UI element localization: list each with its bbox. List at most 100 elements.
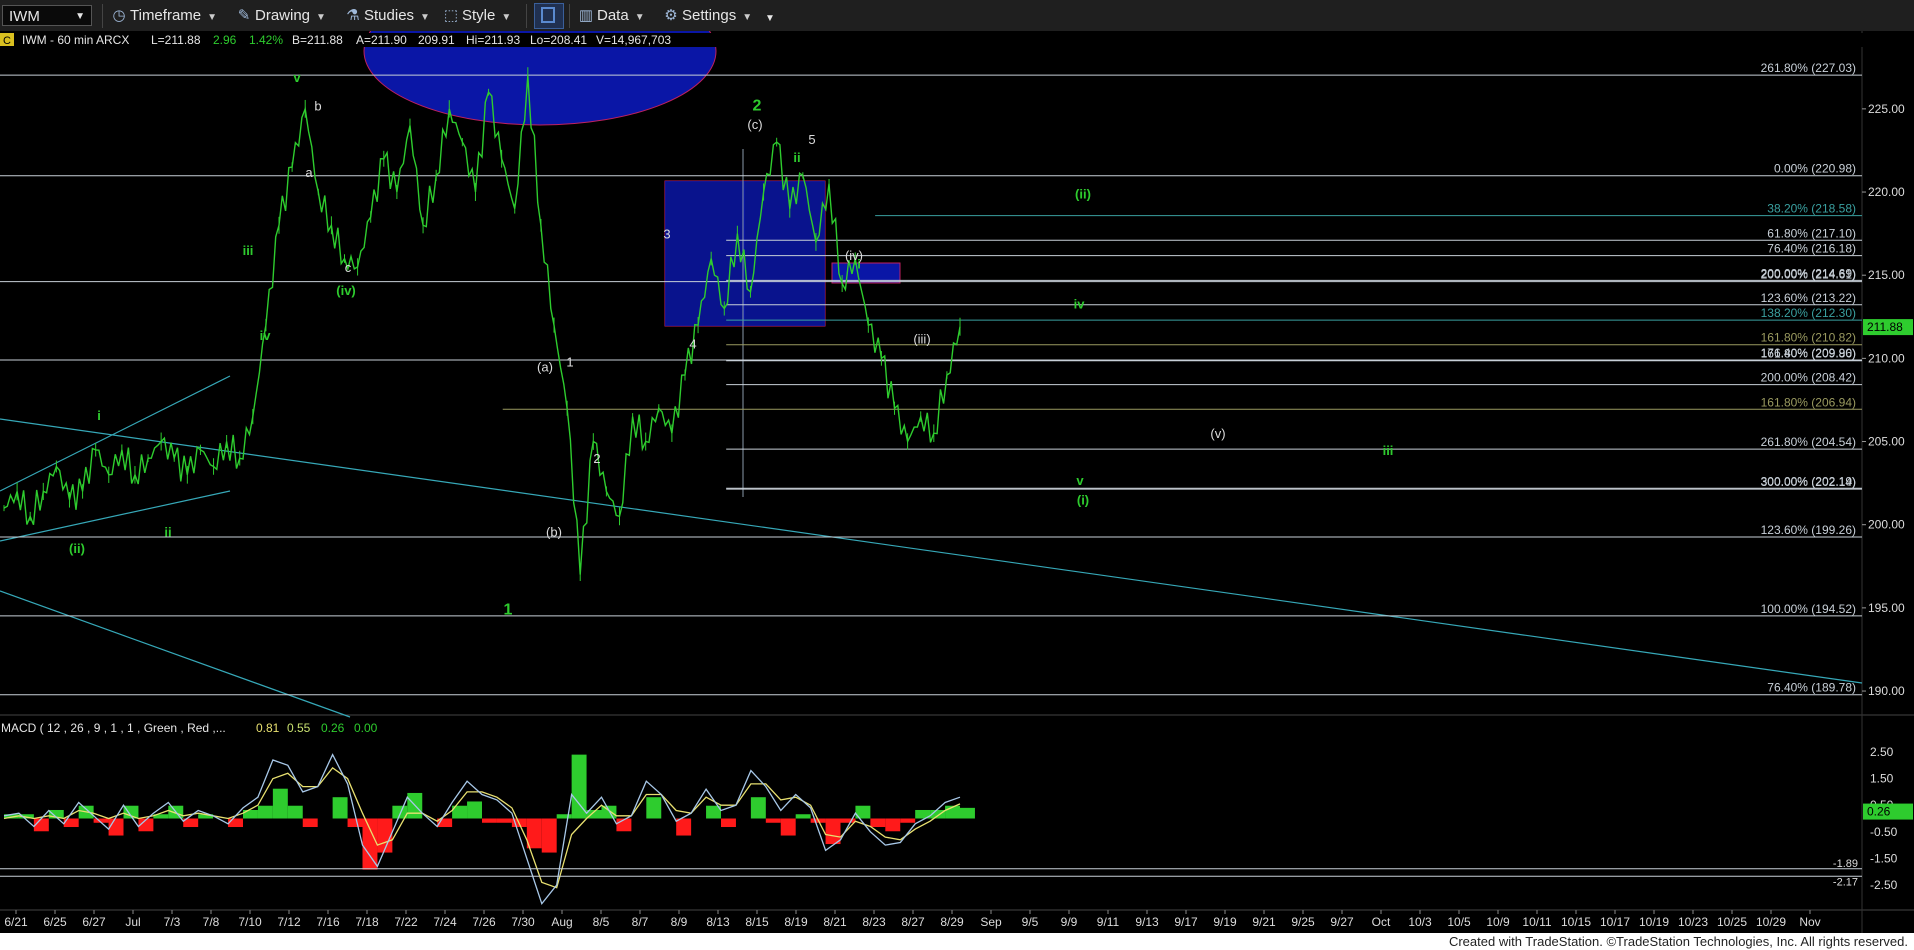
macd-tick-label: -0.50 (1870, 825, 1898, 839)
toolbar-separator (102, 4, 103, 28)
wave-label: iii (243, 243, 254, 258)
macd-histogram-bar (825, 818, 841, 845)
time-tick-label: 8/29 (940, 915, 964, 929)
toolbar-overflow[interactable]: ▼ (765, 8, 775, 29)
wave-label: iv (1074, 296, 1086, 311)
pencil-icon: ✎ (237, 7, 251, 24)
chevron-down-icon: ▼ (742, 12, 753, 23)
macd-histogram-bar (108, 818, 124, 836)
time-tick-label: 10/25 (1717, 915, 1747, 929)
macd-histogram-bar (870, 818, 886, 828)
chevron-down-icon: ▼ (420, 12, 430, 23)
drawing-menu[interactable]: ✎ Drawing ▼ (236, 5, 326, 26)
time-tick-label: 7/26 (472, 915, 496, 929)
time-tick-label: 7/30 (511, 915, 535, 929)
wave-label: i (97, 408, 101, 423)
fib-level-label: 123.60% (199.26) (1761, 523, 1856, 537)
macd-last-label: 0.26 (1867, 805, 1891, 819)
time-tick-label: 9/21 (1252, 915, 1276, 929)
price-tick-label: 210.00 (1868, 351, 1905, 365)
macd-histogram-bar (646, 797, 662, 819)
header-pct: 1.42% (249, 33, 283, 47)
time-tick-label: 9/9 (1061, 915, 1078, 929)
time-tick-label: 9/11 (1097, 915, 1120, 929)
macd-readout: 0.26 (321, 721, 345, 735)
chevron-down-icon: ▼ (75, 11, 85, 22)
fib-level-label: 200.00% (214.61) (1761, 268, 1856, 282)
header-high: Hi=211.93 (466, 33, 520, 47)
target-box-fill (665, 181, 745, 326)
settings-label: Settings (682, 7, 737, 24)
data-menu[interactable]: ▥ Data ▼ (578, 5, 645, 26)
fib-level-label: 61.80% (217.10) (1767, 226, 1856, 240)
time-tick-label: 10/19 (1639, 915, 1669, 929)
macd-readout: 0.55 (287, 721, 311, 735)
macd-histogram-bar (765, 818, 781, 823)
time-tick-label: 8/15 (745, 915, 769, 929)
macd-histogram-bar (496, 818, 512, 823)
style-label: Style (462, 7, 496, 24)
wave-label: (iv) (336, 283, 356, 298)
macd-histogram-bar (257, 805, 273, 819)
macd-level-label: -2.17 (1833, 876, 1858, 888)
time-tick-label: 7/3 (164, 915, 181, 929)
last-price-label: 211.88 (1867, 320, 1903, 334)
macd-histogram-bar (795, 814, 811, 819)
wave-label: 1 (504, 602, 513, 619)
wave-label: (ii) (1075, 187, 1091, 202)
time-tick-label: Sep (980, 915, 1002, 929)
macd-histogram-bar (885, 818, 901, 832)
header-extra: 209.91 (418, 33, 455, 47)
header-badge-text: C (3, 35, 11, 47)
settings-menu[interactable]: ⚙ Settings ▼ (663, 5, 752, 26)
fib-level-label: 100.00% (194.52) (1761, 602, 1856, 616)
macd-tick-label: 1.50 (1870, 772, 1894, 786)
symbol-selector[interactable]: IWM ▼ (2, 5, 92, 26)
header-volume: V=14,967,703 (596, 33, 671, 47)
time-tick-label: 8/13 (706, 915, 730, 929)
time-tick-label: 10/9 (1486, 915, 1510, 929)
wave-label: (b) (546, 524, 562, 539)
data-label: Data (597, 7, 629, 24)
wave-label: (v) (1210, 426, 1225, 441)
time-tick-label: 6/25 (43, 915, 67, 929)
time-tick-label: 7/12 (277, 915, 301, 929)
chevron-down-icon: ▼ (316, 12, 326, 23)
price-tick-label: 195.00 (1868, 601, 1905, 615)
time-tick-label: 9/19 (1213, 915, 1237, 929)
layout-button[interactable] (534, 3, 564, 29)
macd-histogram-bar (750, 797, 766, 819)
macd-histogram-bar (347, 818, 363, 828)
price-tick-label: 200.00 (1868, 518, 1905, 532)
macd-tick-label: -2.50 (1870, 878, 1898, 892)
header-ask: A=211.90 (356, 33, 407, 47)
macd-level-label: -1.89 (1833, 858, 1858, 870)
style-menu[interactable]: ⬚ Style ▼ (443, 5, 511, 26)
fib-level-label: 123.60% (213.22) (1761, 291, 1856, 305)
timeframe-menu[interactable]: ◷ Timeframe ▼ (111, 5, 217, 26)
wave-label: c (345, 260, 352, 275)
macd-histogram-bar (287, 805, 303, 819)
wave-label: (i) (1077, 493, 1089, 508)
layout-icon (541, 7, 555, 23)
macd-histogram-bar (467, 801, 482, 819)
timeframe-label: Timeframe (130, 7, 202, 24)
wave-label: (iv) (845, 248, 863, 263)
studies-menu[interactable]: ⚗ Studies ▼ (345, 5, 430, 26)
price-tick-label: 215.00 (1868, 268, 1905, 282)
toolbar-separator (526, 4, 527, 28)
chevron-down-icon: ▼ (207, 12, 218, 23)
time-tick-label: 8/5 (593, 915, 610, 929)
fib-level-label: 261.80% (227.03) (1761, 61, 1856, 75)
wave-label: 3 (663, 227, 670, 242)
wave-label: 1 (566, 355, 573, 370)
time-tick-label: 8/9 (671, 915, 688, 929)
price-chart[interactable]: 261.80% (227.03) 0.00% (220.98) 38.20% (21… (0, 31, 1914, 933)
fib-level-label: 300.00% (202.19) (1761, 474, 1856, 488)
macd-histogram-bar (272, 788, 288, 819)
time-tick-label: 10/29 (1756, 915, 1786, 929)
time-tick-label: 6/21 (4, 915, 28, 929)
toolbar-separator (569, 4, 570, 28)
macd-histogram-bar (332, 797, 348, 819)
symbol-value: IWM (9, 8, 40, 25)
